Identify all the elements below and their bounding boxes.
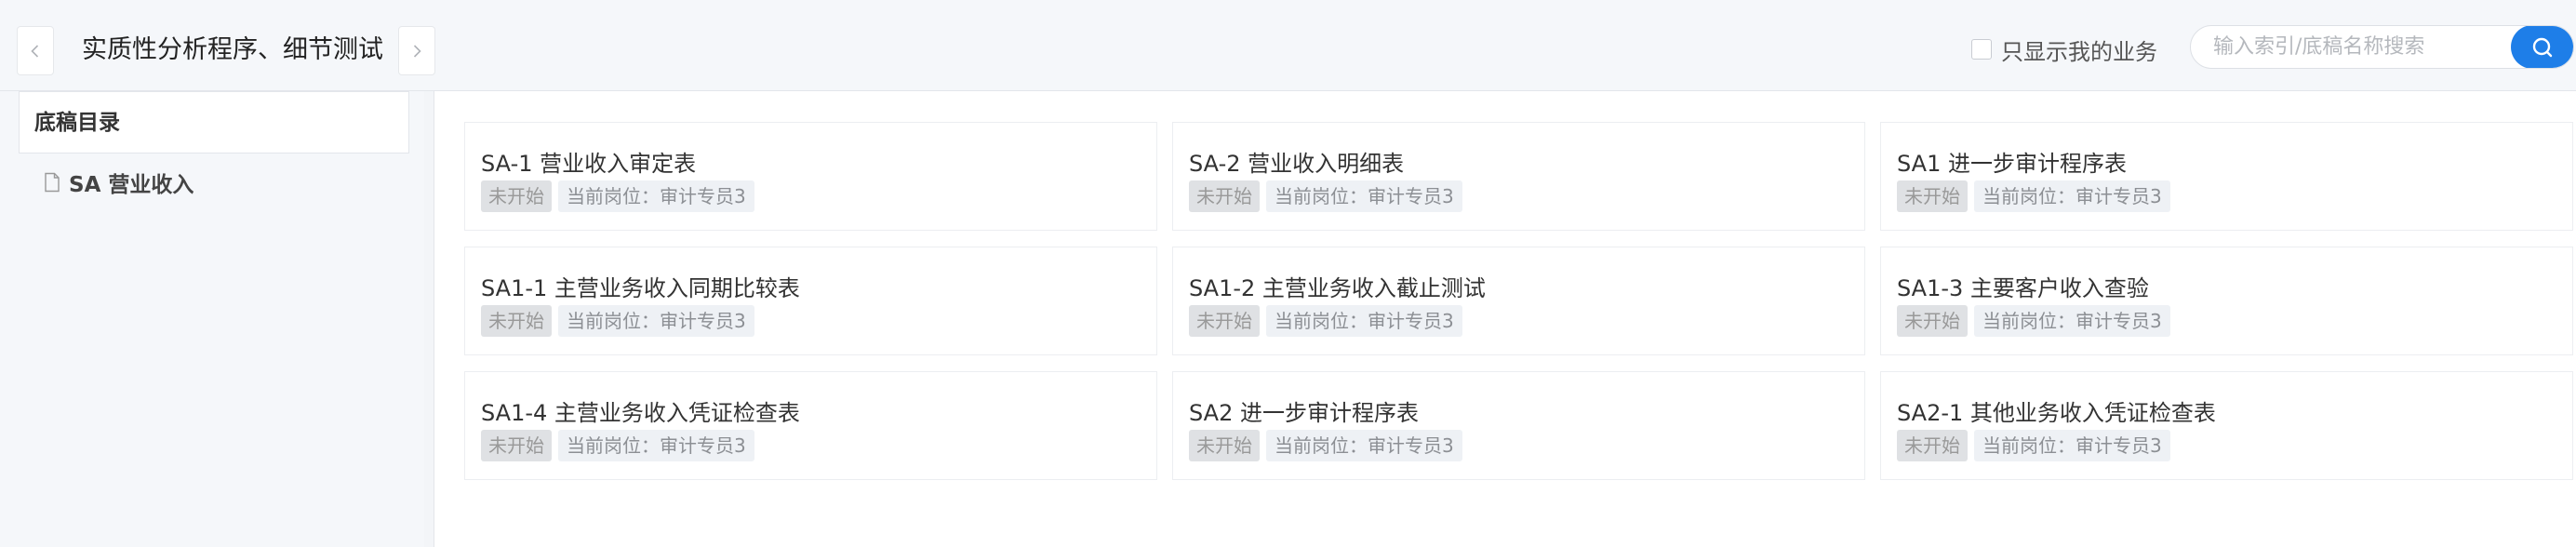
workpaper-grid: SA-1 营业收入审定表 未开始 当前岗位：审计专员3 SA-2 营业收入明细表…	[434, 91, 2576, 547]
role-badge: 当前岗位：审计专员3	[558, 305, 754, 337]
workpaper-card[interactable]: SA1-2 主营业务收入截止测试 未开始 当前岗位：审计专员3	[1172, 247, 1865, 355]
chevron-left-icon	[31, 44, 39, 58]
status-badge: 未开始	[481, 180, 552, 212]
card-title: SA1 进一步审计程序表	[1897, 151, 2127, 177]
role-badge: 当前岗位：审计专员3	[558, 430, 754, 461]
workpaper-card[interactable]: SA1-1 主营业务收入同期比较表 未开始 当前岗位：审计专员3	[464, 247, 1157, 355]
card-title: SA2 进一步审计程序表	[1189, 400, 1419, 426]
role-badge: 当前岗位：审计专员3	[1974, 180, 2170, 212]
workpaper-card[interactable]: SA-1 营业收入审定表 未开始 当前岗位：审计专员3	[464, 122, 1157, 231]
status-badge: 未开始	[1189, 305, 1260, 337]
status-badge: 未开始	[1189, 430, 1260, 461]
card-title: SA-1 营业收入审定表	[481, 151, 697, 177]
page-title: 实质性分析程序、细节测试	[82, 35, 383, 64]
only-mine-toggle[interactable]: 只显示我的业务	[1971, 33, 2157, 65]
search-input[interactable]	[2213, 26, 2502, 68]
card-title: SA1-4 主营业务收入凭证检查表	[481, 400, 800, 426]
status-badge: 未开始	[481, 430, 552, 461]
tree-item-label: SA 营业收入	[69, 173, 194, 197]
role-badge: 当前岗位：审计专员3	[1266, 430, 1462, 461]
card-title: SA2-1 其他业务收入凭证检查表	[1897, 400, 2216, 426]
status-badge: 未开始	[1897, 305, 1968, 337]
role-badge: 当前岗位：审计专员3	[1266, 305, 1462, 337]
role-badge: 当前岗位：审计专员3	[1266, 180, 1462, 212]
workpaper-card[interactable]: SA1 进一步审计程序表 未开始 当前岗位：审计专员3	[1880, 122, 2573, 231]
status-badge: 未开始	[1189, 180, 1260, 212]
card-title: SA1-3 主要客户收入查验	[1897, 275, 2149, 301]
workpaper-card[interactable]: SA2 进一步审计程序表 未开始 当前岗位：审计专员3	[1172, 371, 1865, 480]
tree-item-sa[interactable]: SA 营业收入	[43, 164, 194, 201]
role-badge: 当前岗位：审计专员3	[558, 180, 754, 212]
prev-button[interactable]	[17, 26, 54, 75]
card-title: SA-2 营业收入明细表	[1189, 151, 1405, 177]
status-badge: 未开始	[1897, 430, 1968, 461]
role-badge: 当前岗位：审计专员3	[1974, 305, 2170, 337]
workpaper-card[interactable]: SA1-4 主营业务收入凭证检查表 未开始 当前岗位：审计专员3	[464, 371, 1157, 480]
sidebar: 底稿目录 SA 营业收入	[0, 91, 424, 547]
file-icon	[45, 172, 60, 193]
header-bar: 实质性分析程序、细节测试 只显示我的业务	[0, 0, 2576, 91]
workpaper-card[interactable]: SA2-1 其他业务收入凭证检查表 未开始 当前岗位：审计专员3	[1880, 371, 2573, 480]
only-mine-checkbox[interactable]	[1971, 39, 1992, 60]
card-title: SA1-1 主营业务收入同期比较表	[481, 275, 800, 301]
status-badge: 未开始	[481, 305, 552, 337]
search-box	[2190, 25, 2574, 69]
card-title: SA1-2 主营业务收入截止测试	[1189, 275, 1486, 301]
workpaper-card[interactable]: SA-2 营业收入明细表 未开始 当前岗位：审计专员3	[1172, 122, 1865, 231]
status-badge: 未开始	[1897, 180, 1968, 212]
sidebar-heading: 底稿目录	[19, 91, 409, 153]
search-button[interactable]	[2511, 26, 2573, 68]
chevron-right-icon	[413, 44, 421, 58]
role-badge: 当前岗位：审计专员3	[1974, 430, 2170, 461]
search-icon	[2532, 37, 2553, 57]
next-button[interactable]	[398, 26, 435, 75]
only-mine-label: 只显示我的业务	[2001, 38, 2157, 65]
workpaper-card[interactable]: SA1-3 主要客户收入查验 未开始 当前岗位：审计专员3	[1880, 247, 2573, 355]
